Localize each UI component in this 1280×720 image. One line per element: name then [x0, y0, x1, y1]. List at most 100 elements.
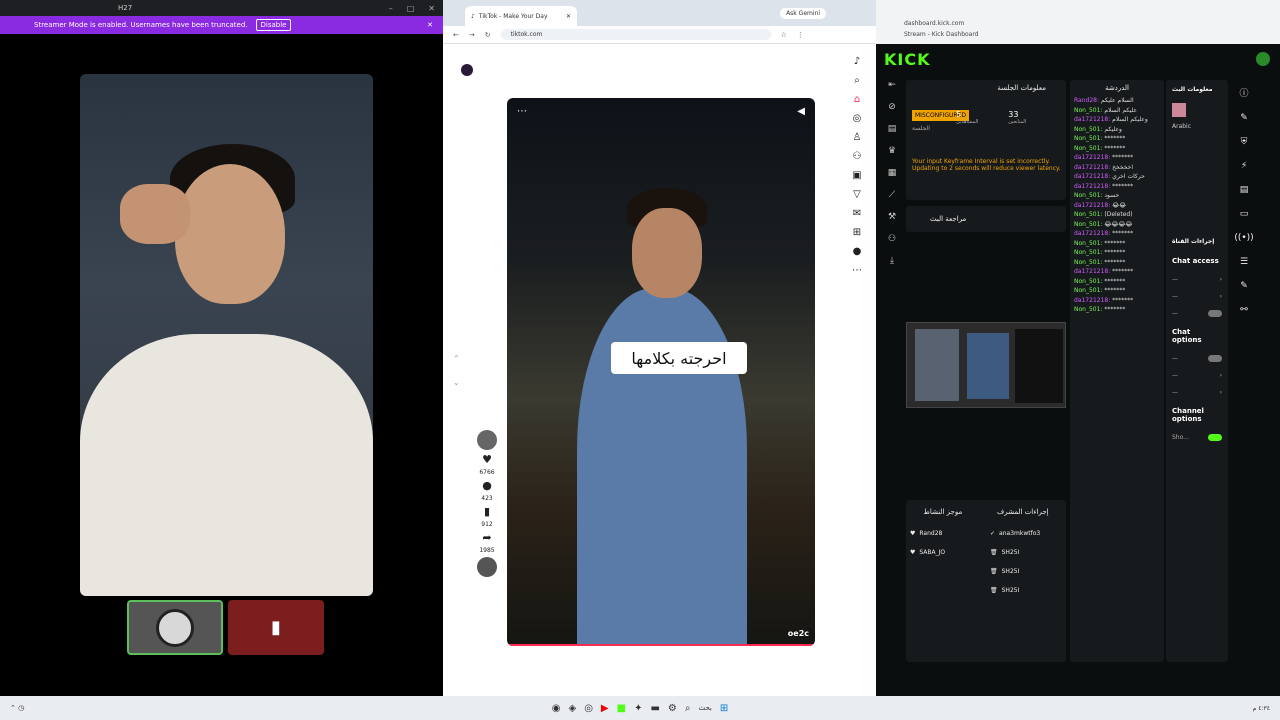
- option-row[interactable]: — ›: [1166, 288, 1228, 305]
- more-icon[interactable]: ⋯: [517, 106, 527, 117]
- chat-username[interactable]: Non_501:: [1074, 259, 1102, 266]
- url-input[interactable]: tiktok.com: [500, 29, 771, 40]
- chat-username[interactable]: da1721218:: [1074, 202, 1110, 209]
- kick-app-icon[interactable]: ■: [617, 703, 626, 714]
- chat-username[interactable]: Non_501:: [1074, 287, 1102, 294]
- video-nav-icon[interactable]: ▦: [888, 168, 897, 178]
- upload-icon[interactable]: ⊞: [853, 227, 861, 238]
- chat-username[interactable]: da1721218:: [1074, 164, 1110, 171]
- chat-username[interactable]: Rand28:: [1074, 97, 1099, 104]
- volume-icon[interactable]: ◀: [797, 106, 805, 117]
- search-icon[interactable]: ⌕: [854, 75, 860, 86]
- menu-icon[interactable]: ⋮: [797, 31, 804, 39]
- vscode-icon[interactable]: ✦: [634, 703, 642, 714]
- chat-username[interactable]: Non_501:: [1074, 192, 1102, 199]
- more-menu-icon[interactable]: ⋯: [852, 265, 862, 276]
- video-player[interactable]: احرجته بكلامها oe2c ⋯ ◀: [507, 98, 815, 646]
- chat-username[interactable]: Non_501:: [1074, 135, 1102, 142]
- chat-username[interactable]: da1721218:: [1074, 297, 1110, 304]
- tiktok-icon[interactable]: ♪: [854, 56, 860, 67]
- list-item[interactable]: ♥ Rand28: [906, 524, 986, 543]
- chat-username[interactable]: Non_501:: [1074, 211, 1102, 218]
- explore-icon[interactable]: ◎: [853, 113, 862, 124]
- list-icon[interactable]: ☰: [1240, 257, 1248, 267]
- tiktok-logo-icon[interactable]: [461, 64, 473, 76]
- option-row[interactable]: — ›: [1166, 384, 1228, 401]
- list-item[interactable]: 🗑 SH25I: [986, 562, 1066, 581]
- reload-icon[interactable]: ↻: [485, 31, 491, 39]
- minimize-icon[interactable]: –: [389, 4, 393, 13]
- chat-username[interactable]: Non_501:: [1074, 249, 1102, 256]
- settings-icon[interactable]: ⚙: [668, 703, 677, 714]
- bookmark-icon[interactable]: ☆: [781, 31, 787, 39]
- ask-gemini-button[interactable]: Ask Gemini: [780, 7, 826, 19]
- messages-icon[interactable]: ▽: [853, 189, 861, 200]
- participant-tile[interactable]: [127, 600, 223, 655]
- chat-username[interactable]: da1721218:: [1074, 268, 1110, 275]
- users-icon[interactable]: ⚇: [888, 234, 896, 244]
- youtube-icon[interactable]: ▶: [601, 703, 609, 714]
- video-progress[interactable]: [507, 644, 815, 646]
- chat-nav-icon[interactable]: ▤: [888, 124, 897, 134]
- info-icon[interactable]: ⓘ: [1239, 86, 1248, 99]
- maximize-icon[interactable]: □: [407, 4, 415, 13]
- explorer-icon[interactable]: ▬: [650, 703, 659, 714]
- following-icon[interactable]: ♙: [853, 132, 862, 143]
- collapse-icon[interactable]: ⇤: [888, 80, 896, 90]
- app-icon[interactable]: ◈: [568, 703, 576, 714]
- chat-username[interactable]: da1721218:: [1074, 173, 1110, 180]
- toggle[interactable]: [1208, 355, 1222, 362]
- tab-close-icon[interactable]: ✕: [566, 13, 571, 20]
- chat-username[interactable]: Non_501:: [1074, 306, 1102, 313]
- user-avatar[interactable]: [1256, 52, 1270, 66]
- broadcast-icon[interactable]: ((•)): [1234, 233, 1253, 243]
- creator-avatar[interactable]: [477, 430, 497, 450]
- shield-icon[interactable]: ⛨: [1241, 137, 1248, 147]
- close-icon[interactable]: ✕: [428, 4, 435, 13]
- discord-icon[interactable]: ◎: [584, 703, 593, 714]
- next-video-icon[interactable]: ⌄: [453, 378, 460, 387]
- show-option-row[interactable]: Sho...: [1166, 429, 1228, 446]
- share-nodes-icon[interactable]: ⚯: [1240, 305, 1248, 315]
- doc-icon[interactable]: ▤: [1240, 185, 1249, 195]
- camera-off-tile[interactable]: ▮: [228, 600, 324, 655]
- forward-icon[interactable]: →: [469, 31, 475, 39]
- search-taskbar-icon[interactable]: ⌕: [685, 703, 691, 714]
- option-row[interactable]: —: [1166, 350, 1228, 367]
- option-row[interactable]: — ›: [1166, 271, 1228, 288]
- live-icon[interactable]: ▣: [852, 170, 861, 181]
- taskbar-search-label[interactable]: بحث: [699, 704, 712, 712]
- chat-username[interactable]: Non_501:: [1074, 221, 1102, 228]
- analytics-icon[interactable]: ⟋: [889, 190, 895, 200]
- list-item[interactable]: ♥ SABA_JO: [906, 543, 986, 562]
- toggle[interactable]: [1208, 434, 1222, 441]
- profile-icon[interactable]: ●: [853, 246, 862, 257]
- edit-icon[interactable]: ✎: [1240, 113, 1248, 123]
- chat-username[interactable]: Non_501:: [1074, 107, 1102, 114]
- tools-icon[interactable]: ⚒: [888, 212, 896, 222]
- chat-username[interactable]: da1721218:: [1074, 154, 1110, 161]
- chat-username[interactable]: da1721218:: [1074, 116, 1110, 123]
- activity-icon[interactable]: ✉: [853, 208, 861, 219]
- heart-icon[interactable]: ♥: [482, 453, 492, 466]
- stream-icon[interactable]: ⊘: [888, 102, 896, 112]
- comment-icon[interactable]: ●: [482, 479, 492, 492]
- chat-bubble-icon[interactable]: ▭: [1240, 209, 1249, 219]
- start-icon[interactable]: ⊞: [720, 703, 728, 714]
- prev-video-icon[interactable]: ⌃: [453, 354, 460, 363]
- sound-disc-icon[interactable]: [477, 557, 497, 577]
- chat-username[interactable]: Non_501:: [1074, 278, 1102, 285]
- option-row[interactable]: —: [1166, 305, 1228, 322]
- list-item[interactable]: 🗑 SH25I: [986, 543, 1066, 562]
- bookmark-save-icon[interactable]: ▮: [484, 505, 490, 518]
- stream-preview[interactable]: [906, 322, 1066, 408]
- banner-close-icon[interactable]: ✕: [427, 21, 433, 29]
- disable-button[interactable]: Disable: [255, 19, 292, 31]
- share-icon[interactable]: ➦: [482, 531, 491, 544]
- chat-username[interactable]: Non_501:: [1074, 145, 1102, 152]
- kick-logo[interactable]: KICK: [884, 50, 931, 69]
- chat-username[interactable]: Non_501:: [1074, 126, 1102, 133]
- option-row[interactable]: — ›: [1166, 367, 1228, 384]
- toggle[interactable]: [1208, 310, 1222, 317]
- friends-icon[interactable]: ⚇: [853, 151, 862, 162]
